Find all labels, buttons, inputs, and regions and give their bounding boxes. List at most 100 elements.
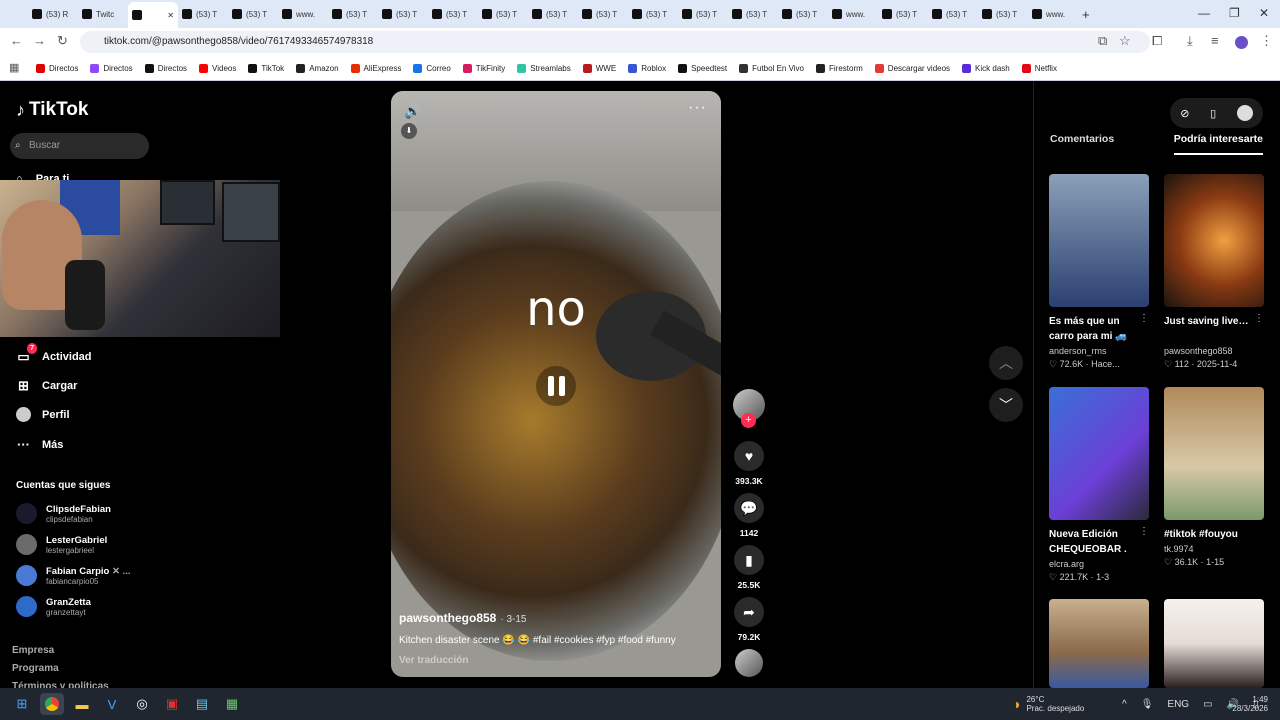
- browser-tab[interactable]: (53) T: [228, 2, 278, 26]
- bookmark-item[interactable]: Netflix: [1021, 63, 1057, 73]
- browser-tab[interactable]: (53) T: [878, 2, 928, 26]
- browser-tab[interactable]: (53) T: [528, 2, 578, 26]
- recommended-video-card[interactable]: Nueva Edición CHEQUEOBAR . ... elcra.arg…: [1049, 387, 1149, 583]
- browser-tab[interactable]: (53) T: [378, 2, 428, 26]
- bookmark-item[interactable]: AliExpress: [350, 63, 401, 73]
- recommended-video-card[interactable]: #tiktok #fouyou tk.9974 ♡ 36.1K · 1-15: [1164, 387, 1264, 568]
- bookmark-item[interactable]: Streamlabs: [517, 63, 571, 73]
- search-input[interactable]: ⌕ Buscar: [10, 133, 149, 159]
- apps-grid-icon[interactable]: ▦: [9, 61, 19, 74]
- browser-tab[interactable]: ✕: [128, 2, 178, 28]
- browser-tab[interactable]: Twitc: [78, 2, 128, 26]
- pause-button[interactable]: [536, 366, 576, 406]
- url-field[interactable]: tiktok.com/@pawsonthego858/video/7617493…: [80, 31, 1150, 53]
- browser-tab[interactable]: (53) T: [478, 2, 528, 26]
- volume-icon[interactable]: 🔊: [404, 103, 421, 120]
- minimize-icon[interactable]: —: [1198, 6, 1210, 20]
- reload-icon[interactable]: ↻: [57, 33, 68, 49]
- bookmark-item[interactable]: Amazon: [296, 63, 339, 73]
- bookmark-item[interactable]: WWE: [582, 63, 616, 73]
- browser-tab[interactable]: (53) T: [428, 2, 478, 26]
- bookmark-star-icon[interactable]: ☆: [1119, 33, 1131, 49]
- next-video-button[interactable]: ﹀: [989, 388, 1023, 422]
- compass-icon[interactable]: ⊘: [1180, 107, 1189, 120]
- creator-avatar[interactable]: +: [733, 389, 765, 428]
- chrome-app-icon[interactable]: [40, 693, 64, 715]
- nav-item-cargar[interactable]: ⊞ Cargar: [16, 378, 77, 393]
- bookmark-item[interactable]: Directos: [90, 63, 133, 73]
- browser-tab[interactable]: (53) T: [978, 2, 1028, 26]
- app-icon[interactable]: ▣: [160, 693, 184, 715]
- previous-video-button[interactable]: ︿: [989, 346, 1023, 380]
- tab-comentarios[interactable]: Comentarios: [1050, 133, 1114, 155]
- download-icon[interactable]: ⤓: [1187, 33, 1193, 49]
- vscode-icon[interactable]: V: [100, 693, 124, 715]
- video-username[interactable]: pawsonthego858: [399, 611, 496, 625]
- bookmark-item[interactable]: TikFinity: [462, 63, 505, 73]
- photos-icon[interactable]: ▤: [190, 693, 214, 715]
- language-indicator[interactable]: ENG: [1167, 699, 1189, 710]
- music-disc[interactable]: [733, 649, 765, 677]
- browser-tab[interactable]: (53) R: [28, 2, 78, 26]
- translate-link[interactable]: Ver traducción: [399, 655, 709, 666]
- bookmark-item[interactable]: Firestorm: [816, 63, 863, 73]
- card-more-icon[interactable]: ⋮: [1254, 313, 1264, 324]
- forward-icon[interactable]: →: [33, 33, 46, 48]
- card-more-icon[interactable]: ⋮: [1139, 526, 1149, 537]
- recommended-video-card[interactable]: [1049, 599, 1149, 688]
- browser-tab[interactable]: (53) T: [778, 2, 828, 26]
- bookmark-item[interactable]: Speedtest: [678, 63, 727, 73]
- recommended-video-card[interactable]: Es más que un carro para mi 🚙 ... anders…: [1049, 174, 1149, 370]
- browser-tab[interactable]: www.: [278, 2, 328, 26]
- recommended-video-card[interactable]: Just saving lives ❤️ ❤️ ... pawsonthego8…: [1164, 174, 1264, 370]
- new-tab-button[interactable]: +: [1078, 2, 1102, 26]
- windows-start-icon[interactable]: ⊞: [10, 693, 34, 715]
- mic-icon[interactable]: 🎙: [1141, 699, 1154, 710]
- footer-link[interactable]: Programa: [12, 663, 59, 674]
- back-icon[interactable]: ←: [10, 33, 23, 48]
- profile-avatar-icon[interactable]: [1235, 36, 1248, 49]
- browser-tab[interactable]: (53) T: [178, 2, 228, 26]
- browser-tab[interactable]: (53) T: [578, 2, 628, 26]
- network-icon[interactable]: ▭: [1203, 699, 1212, 710]
- browser-tab[interactable]: www.: [828, 2, 878, 26]
- clock[interactable]: 1:49 28/3/2026: [1228, 688, 1268, 720]
- tab-podria-interesarte[interactable]: Podría interesarte: [1173, 133, 1263, 155]
- file-explorer-icon[interactable]: ▬: [70, 693, 94, 715]
- bookmark-item[interactable]: Videos: [199, 63, 236, 73]
- video-player[interactable]: no 🔊 ··· ⬇ pawsonthego858 · 3-15 Kitchen …: [391, 91, 721, 677]
- browser-tab[interactable]: www.: [1028, 2, 1078, 26]
- browser-tab[interactable]: (53) T: [628, 2, 678, 26]
- bookmark-item[interactable]: Correo: [413, 63, 451, 73]
- media-icon[interactable]: ≡: [1211, 33, 1219, 48]
- nav-item-actividad[interactable]: ▭ 7 Actividad: [16, 343, 92, 364]
- browser-tab[interactable]: (53) T: [728, 2, 778, 26]
- extensions-icon[interactable]: ⧠: [1152, 33, 1162, 49]
- nav-item-mas[interactable]: ··· Más: [16, 437, 63, 452]
- bookmark-item[interactable]: Kick dash: [962, 63, 1010, 73]
- comment-button[interactable]: 💬 1142: [733, 493, 765, 538]
- bookmark-item[interactable]: Directos: [36, 63, 78, 73]
- bookmark-item[interactable]: Descargar videos: [874, 63, 950, 73]
- browser-tab[interactable]: (53) T: [678, 2, 728, 26]
- obs-icon[interactable]: ◎: [130, 693, 154, 715]
- footer-link[interactable]: Términos y políticas: [12, 681, 109, 688]
- like-button[interactable]: ♥ 393.3K: [733, 441, 765, 486]
- recommended-video-card[interactable]: [1164, 599, 1264, 688]
- card-more-icon[interactable]: ⋮: [1139, 313, 1149, 324]
- following-account[interactable]: Fabian Carpio ✕ ... fabiancarpio05: [16, 565, 131, 586]
- nav-item-perfil[interactable]: Perfil: [16, 407, 70, 422]
- video-info-icon[interactable]: ⬇: [401, 123, 417, 139]
- more-options-icon[interactable]: ···: [688, 99, 707, 117]
- following-account[interactable]: LesterGabriel lestergabrieel: [16, 534, 107, 555]
- footer-link[interactable]: Empresa: [12, 645, 54, 656]
- maximize-icon[interactable]: ❐: [1229, 6, 1240, 20]
- browser-tab[interactable]: (53) T: [328, 2, 378, 26]
- tab-close-icon[interactable]: ✕: [167, 11, 174, 20]
- app2-icon[interactable]: ▦: [220, 693, 244, 715]
- mobile-icon[interactable]: ▯: [1210, 107, 1216, 120]
- weather-widget[interactable]: ◑ 26°C Prac. despejado: [1012, 688, 1084, 720]
- cast-icon[interactable]: ⧉: [1098, 33, 1107, 49]
- chevron-up-icon[interactable]: ^: [1122, 699, 1127, 710]
- share-button[interactable]: ➦ 79.2K: [733, 597, 765, 642]
